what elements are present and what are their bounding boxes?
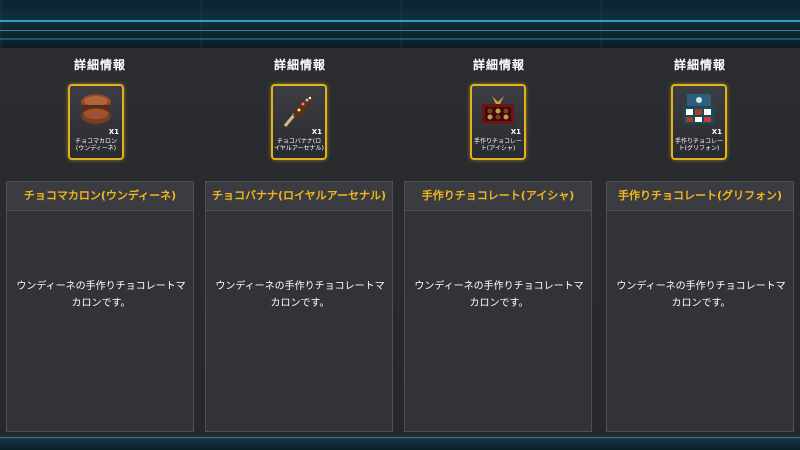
item-card-2[interactable]: X1 チョコバナナ(ロイヤルアーセナル) (271, 84, 327, 160)
header-line (0, 20, 800, 22)
item-card-3[interactable]: X1 手作りチョコレート(アイシャ) (470, 84, 526, 160)
item-name: チョコマカロン(ウンディーネ) (74, 138, 117, 152)
detail-title: 手作りチョコレート(グリフォン) (607, 182, 793, 211)
choco-banana-icon (283, 94, 315, 127)
detail-column-1: 詳細情報 X1 チョコマカロン(ウンディーネ) チョコマカロン(ウンディーネ) … (5, 48, 195, 437)
item-card-4[interactable]: X1 手作りチョコレート(グリフォン) (671, 84, 727, 160)
header-line (0, 30, 800, 31)
top-header-bar (0, 0, 800, 48)
item-card-1[interactable]: X1 チョコマカロン(ウンディーネ) (68, 84, 124, 160)
detail-description: ウンディーネの手作りチョコレートマカロンです。 (616, 281, 786, 309)
detail-description: ウンディーネの手作りチョコレートマカロンです。 (215, 281, 385, 309)
detail-title: チョコマカロン(ウンディーネ) (7, 182, 193, 211)
item-quantity: X1 (108, 128, 119, 136)
detail-panel-4: 手作りチョコレート(グリフォン) ウンディーネの手作りチョコレートマカロンです。 (606, 181, 794, 432)
detail-column-2: 詳細情報 X1 チョコバナナ(ロイヤルアーセナル) チョコバナナ(ロイヤルアーセ… (205, 48, 395, 437)
detail-panel-1: チョコマカロン(ウンディーネ) ウンディーネの手作りチョコレートマカロンです。 (6, 181, 194, 432)
item-name: 手作りチョコレート(グリフォン) (674, 138, 723, 152)
detail-column-4: 詳細情報 X1 手作りチョコレート(グリフォン) 手作りチョコレート(グリフォン… (605, 48, 795, 437)
detail-title: チョコバナナ(ロイヤルアーセナル) (206, 182, 392, 211)
section-title: 詳細情報 (673, 58, 726, 72)
macaron-icon (81, 94, 111, 124)
chocolate-box-icon (482, 96, 514, 124)
item-quantity: X1 (311, 128, 322, 136)
item-name: チョコバナナ(ロイヤルアーセナル) (274, 138, 324, 152)
chocolate-tray-icon (683, 94, 715, 124)
bottom-bar (0, 437, 800, 450)
detail-title: 手作りチョコレート(アイシャ) (405, 182, 591, 211)
detail-panel-2: チョコバナナ(ロイヤルアーセナル) ウンディーネの手作りチョコレートマカロンです… (205, 181, 393, 432)
header-glow (0, 0, 800, 48)
header-line (0, 38, 800, 40)
item-quantity: X1 (510, 128, 521, 136)
section-title: 詳細情報 (472, 58, 525, 72)
detail-column-3: 詳細情報 X1 手作りチョコレート(アイシャ) 手作りチョコレート(アイシャ) … (404, 48, 594, 437)
detail-description: ウンディーネの手作りチョコレートマカロンです。 (414, 281, 584, 309)
section-title: 詳細情報 (73, 58, 126, 72)
detail-panel-3: 手作りチョコレート(アイシャ) ウンディーネの手作りチョコレートマカロンです。 (404, 181, 592, 432)
section-title: 詳細情報 (273, 58, 326, 72)
item-name: 手作りチョコレート(アイシャ) (473, 138, 522, 152)
item-quantity: X1 (711, 128, 722, 136)
detail-description: ウンディーネの手作りチョコレートマカロンです。 (16, 281, 186, 309)
